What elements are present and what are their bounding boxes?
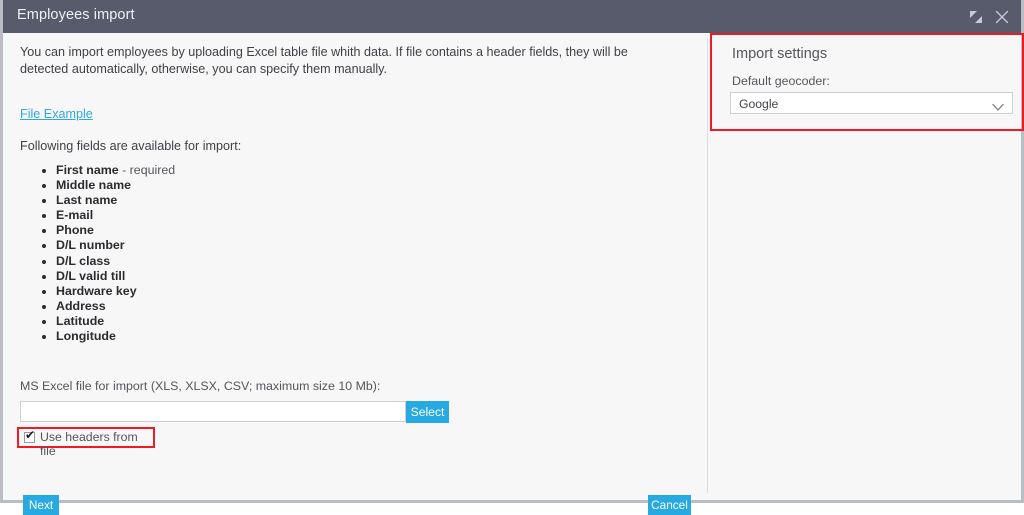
default-geocoder-select[interactable]: Google [730, 92, 1013, 114]
select-file-button[interactable]: Select [406, 401, 449, 423]
import-form-pane: You can import employees by uploading Ex… [3, 33, 707, 515]
import-dialog-window: Employees import You can import employee… [0, 0, 1024, 515]
list-item: First name - required [56, 163, 175, 178]
list-item: Last name [56, 193, 175, 208]
field-name: Last name [56, 193, 118, 208]
list-item: D/L number [56, 238, 175, 253]
list-item: Middle name [56, 178, 175, 193]
field-name: D/L valid till [56, 268, 126, 283]
field-name: Latitude [56, 313, 105, 328]
list-item: Address [56, 299, 175, 314]
list-item: Latitude [56, 314, 175, 329]
field-name: D/L number [56, 238, 125, 253]
next-button[interactable]: Next [23, 495, 59, 515]
cancel-button[interactable]: Cancel [648, 495, 691, 515]
field-name: Longitude [56, 329, 116, 344]
default-geocoder-value: Google [739, 97, 779, 111]
import-settings-title: Import settings [732, 46, 828, 62]
list-item: E-mail [56, 208, 175, 223]
field-name: First name [56, 163, 119, 177]
list-item: Hardware key [56, 284, 175, 299]
file-example-link[interactable]: File Example [20, 107, 93, 121]
field-name: Phone [56, 223, 94, 238]
checkmark-icon: ✔ [25, 428, 36, 442]
list-item: D/L valid till [56, 269, 175, 284]
import-settings-pane: Import settings Default geocoder: Google [708, 33, 1024, 500]
page-title: Employees import [17, 7, 135, 23]
use-headers-checkbox[interactable]: ✔ [24, 428, 36, 443]
field-name: Middle name [56, 178, 132, 193]
field-note: - required [118, 163, 176, 177]
use-headers-highlight: ✔ Use headers from file [17, 427, 155, 458]
use-headers-label[interactable]: Use headers from file [40, 430, 153, 458]
field-name: E-mail [56, 208, 94, 223]
list-item: Longitude [56, 329, 175, 344]
field-name: Hardware key [56, 283, 137, 298]
field-name: D/L class [56, 253, 111, 268]
restore-arrows-icon[interactable] [965, 6, 987, 28]
field-name: Address [56, 298, 106, 313]
intro-text: You can import employees by uploading Ex… [20, 45, 628, 76]
title-bar: Employees import [3, 0, 1021, 33]
list-item: Phone [56, 223, 175, 238]
available-fields-list: First name - required Middle name Last n… [34, 163, 175, 344]
file-input-label: MS Excel file for import (XLS, XLSX, CSV… [20, 379, 381, 393]
close-icon[interactable] [991, 6, 1013, 28]
import-settings-highlight: Import settings Default geocoder: Google [710, 33, 1024, 131]
fields-heading: Following fields are available for impor… [20, 139, 242, 153]
default-geocoder-label: Default geocoder: [732, 74, 830, 88]
file-path-input[interactable] [20, 401, 406, 422]
chevron-down-icon [992, 99, 1004, 117]
list-item: D/L class [56, 254, 175, 269]
